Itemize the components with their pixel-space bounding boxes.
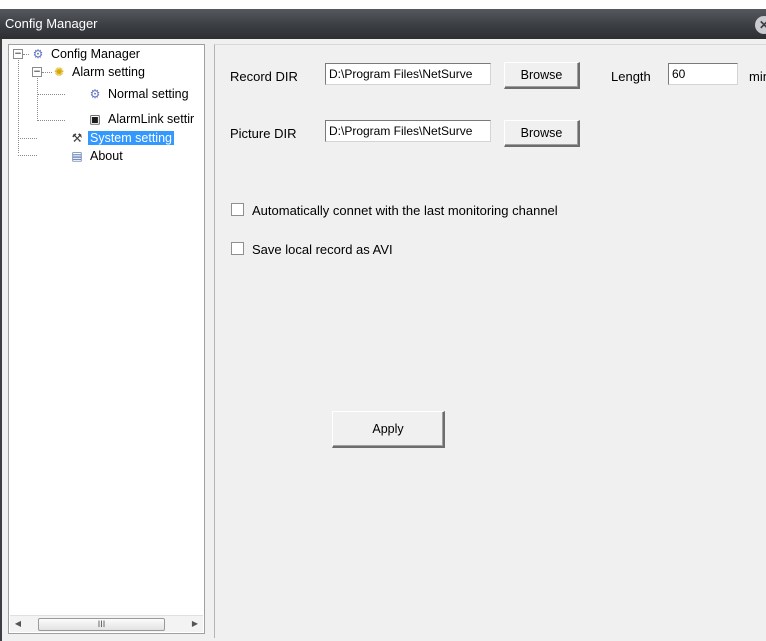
config-tree: − − ⚙ Config Manager ✺ Alarm setting ⚙ N… [8,44,205,634]
tree-expander-alarm-setting[interactable]: − [32,67,42,77]
record-dir-field[interactable] [325,63,491,85]
tools-icon: ⚒ [71,131,83,145]
record-dir-label: Record DIR [230,69,298,84]
auto-connect-checkbox[interactable] [231,203,244,216]
tree-item-label: About [90,149,123,163]
length-field[interactable] [668,63,738,85]
auto-connect-label: Automatically connet with the last monit… [252,203,558,218]
tree-item-label: Config Manager [51,47,140,61]
save-avi-label: Save local record as AVI [252,242,393,257]
tree-connector [37,120,65,121]
save-avi-checkbox[interactable] [231,242,244,255]
tree-connector [18,138,37,139]
tree-item-label: System setting [88,131,174,145]
tree-connector [23,54,29,55]
apply-button[interactable]: Apply [332,411,445,448]
scroll-thumb[interactable]: III [38,618,165,631]
monitor-icon: ▣ [89,112,101,126]
length-unit-label: min [749,69,766,84]
close-icon[interactable]: ✕ [755,16,766,34]
tree-item-label: Normal setting [108,87,189,101]
tree-item-normal-setting[interactable]: ⚙ Normal setting [87,86,191,102]
gear-icon: ⚙ [32,47,44,61]
scroll-right-arrow-icon[interactable]: ▶ [187,616,203,632]
tree-item-system-setting[interactable]: ⚒ System setting [69,130,174,146]
tree-horizontal-scrollbar[interactable]: ◀ III ▶ [10,615,203,632]
window-title: Config Manager [5,16,98,31]
length-label: Length [611,69,651,84]
tree-connector [18,155,37,156]
gear-icon: ⚙ [89,87,101,101]
alarm-icon: ✺ [53,65,65,79]
tree-connector [37,94,65,95]
title-bar: Config Manager ✕ [0,9,766,39]
tree-item-label: Alarm setting [72,65,145,79]
record-dir-browse-button[interactable]: Browse [504,62,580,89]
tree-connector [37,76,38,121]
about-icon: ▤ [71,149,83,163]
tree-item-alarm-setting[interactable]: ✺ Alarm setting [51,64,147,80]
tree-item-label: AlarmLink settir [108,112,195,126]
tree-item-config-manager[interactable]: ⚙ Config Manager [30,46,142,62]
picture-dir-browse-button[interactable]: Browse [504,120,580,147]
tree-expander-config-manager[interactable]: − [13,49,23,59]
tree-item-alarmlink-setting[interactable]: ▣ AlarmLink settir [87,111,196,127]
picture-dir-label: Picture DIR [230,126,297,141]
window-content: − − ⚙ Config Manager ✺ Alarm setting ⚙ N… [0,39,766,641]
picture-dir-field[interactable] [325,120,491,142]
tree-item-about[interactable]: ▤ About [69,148,125,164]
scroll-left-arrow-icon[interactable]: ◀ [10,616,26,632]
